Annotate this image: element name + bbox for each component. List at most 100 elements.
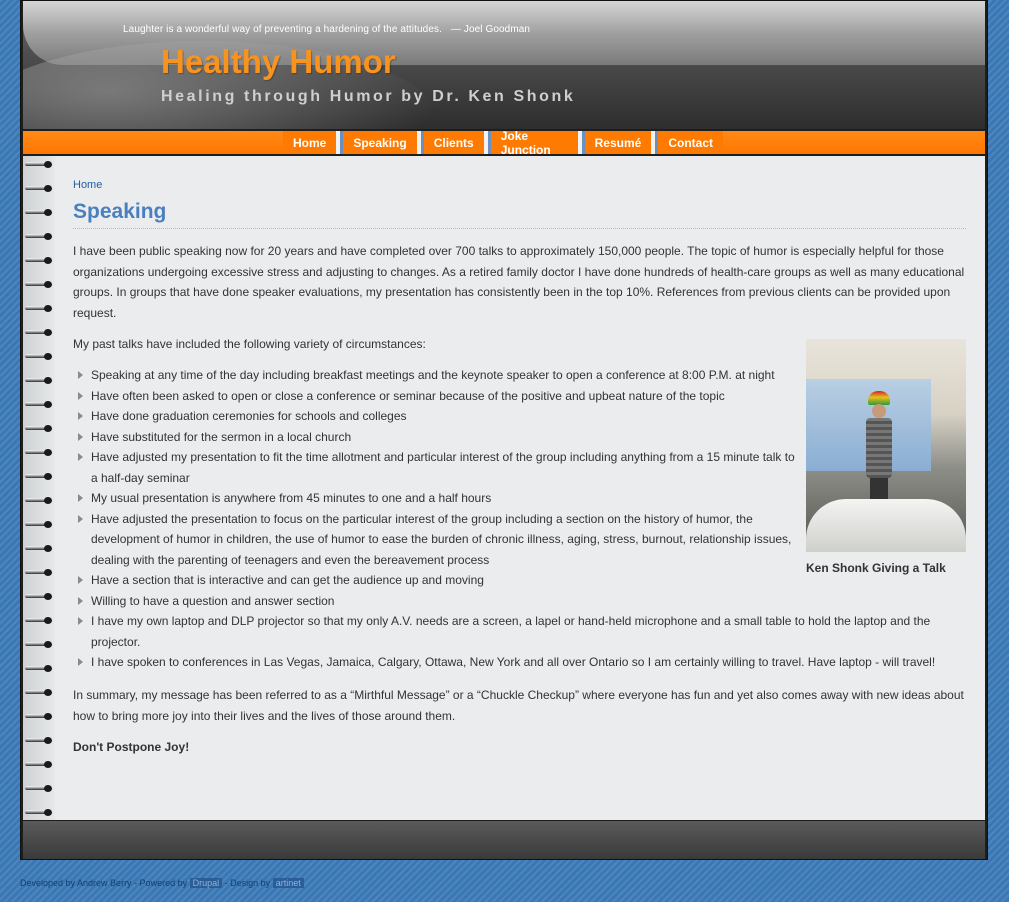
list-item: Willing to have a question and answer se… — [73, 591, 953, 612]
speaker-body — [866, 418, 892, 478]
spiral-ring-icon — [25, 688, 53, 698]
list-item: Have substituted for the sermon in a loc… — [73, 427, 796, 448]
spiral-hole — [44, 785, 52, 792]
spiral-ring-icon — [25, 328, 53, 338]
nav-item-joke-junction[interactable]: Joke Junction — [487, 129, 578, 157]
spiral-ring-icon — [25, 664, 53, 674]
page-title: Speaking — [73, 200, 167, 223]
figure-caption: Ken Shonk Giving a Talk — [806, 561, 946, 575]
bullet-arrow-icon — [78, 576, 83, 584]
speaker-figure: Ken Shonk Giving a Talk — [806, 339, 966, 575]
credits-developed-by: Developed by Andrew Berry - Powered by — [20, 878, 188, 888]
site-credits: Developed by Andrew Berry - Powered by D… — [20, 878, 304, 888]
spiral-hole — [44, 161, 52, 168]
spiral-hole — [44, 329, 52, 336]
spiral-hole — [44, 257, 52, 264]
spiral-ring-icon — [25, 640, 53, 650]
spiral-ring-icon — [25, 232, 53, 242]
artinet-link[interactable]: artinet — [272, 878, 304, 888]
site-name-link[interactable]: Healthy Humor — [161, 43, 396, 81]
list-item-text: Speaking at any time of the day includin… — [91, 368, 775, 382]
nav-item-contact[interactable]: Contact — [655, 131, 723, 154]
spiral-ring-icon — [25, 808, 53, 818]
spiral-hole — [44, 209, 52, 216]
list-item-text: Have adjusted the presentation to focus … — [91, 511, 792, 567]
spiral-hole — [44, 425, 52, 432]
breadcrumb-home-link[interactable]: Home — [73, 179, 102, 191]
list-item-text: Willing to have a question and answer se… — [91, 593, 335, 608]
bullet-arrow-icon — [78, 371, 83, 379]
spiral-hole — [44, 713, 52, 720]
spiral-ring-icon — [25, 184, 53, 194]
list-item-text: I have spoken to conferences in Las Vega… — [91, 655, 936, 669]
list-item-text: Have substituted for the sermon in a loc… — [91, 429, 352, 444]
list-item-text: Have done graduation ceremonies for scho… — [91, 409, 407, 423]
spiral-ring-icon — [25, 160, 53, 170]
spiral-ring-icon — [25, 352, 53, 362]
site-header: Laughter is a wonderful way of preventin… — [23, 1, 985, 129]
list-item: Have a section that is interactive and c… — [73, 570, 796, 591]
spiral-ring-icon — [25, 472, 53, 482]
list-item: I have my own laptop and DLP projector s… — [73, 611, 953, 652]
spiral-ring-icon — [25, 544, 53, 554]
site-slogan: Healing through Humor by Dr. Ken Shonk — [161, 88, 576, 105]
list-item: Have adjusted the presentation to focus … — [73, 509, 796, 571]
quote-text: Laughter is a wonderful way of preventin… — [123, 24, 442, 35]
spiral-ring-icon — [25, 568, 53, 578]
spiral-hole — [44, 377, 52, 384]
spiral-ring-icon — [25, 496, 53, 506]
spiral-hole — [44, 737, 52, 744]
title-divider — [73, 228, 966, 229]
closing-line: Don't Postpone Joy! — [73, 740, 190, 754]
quote-author: — Joel Goodman — [450, 24, 531, 35]
list-item: Have done graduation ceremonies for scho… — [73, 406, 796, 427]
spiral-hole — [44, 497, 52, 504]
list-item: I have spoken to conferences in Las Vega… — [73, 652, 953, 673]
spiral-ring-icon — [25, 760, 53, 770]
list-item-text: Have often been asked to open or close a… — [91, 388, 725, 403]
spiral-ring-icon — [25, 400, 53, 410]
bullet-arrow-icon — [78, 658, 83, 666]
list-item: Have often been asked to open or close a… — [73, 386, 796, 407]
past-talks-intro: My past talks have included the followin… — [73, 337, 426, 351]
spiral-ring-icon — [25, 256, 53, 266]
spiral-ring-icon — [25, 376, 53, 386]
list-item-text: Have adjusted my presentation to fit the… — [91, 450, 795, 485]
nav-item-home[interactable]: Home — [283, 131, 337, 154]
credits-design-by: - Design by — [224, 878, 271, 888]
bullet-arrow-icon — [78, 494, 83, 502]
spiral-hole — [44, 185, 52, 192]
spiral-hole — [44, 473, 52, 480]
nav-item-clients[interactable]: Clients — [420, 131, 484, 154]
list-item: My usual presentation is anywhere from 4… — [73, 488, 796, 509]
drupal-link[interactable]: Drupal — [189, 878, 223, 888]
bullet-arrow-icon — [78, 391, 83, 400]
nav-item-resume[interactable]: Resumé — [581, 131, 652, 154]
spiral-ring-icon — [25, 208, 53, 218]
spiral-ring-icon — [25, 736, 53, 746]
bullet-arrow-icon — [78, 453, 83, 461]
spiral-ring-icon — [25, 592, 53, 602]
spiral-ring-icon — [25, 280, 53, 290]
spiral-hole — [44, 665, 52, 672]
spiral-hole — [44, 449, 52, 456]
list-item: Have adjusted my presentation to fit the… — [73, 447, 796, 488]
spiral-hole — [44, 593, 52, 600]
primary-nav-menu: Home Speaking Clients Joke Junction Resu… — [283, 129, 723, 157]
spiral-ring-icon — [25, 448, 53, 458]
speaker-head — [872, 404, 886, 418]
spiral-hole — [44, 281, 52, 288]
rainbow-hat — [868, 391, 890, 405]
summary-paragraph: In summary, my message has been referred… — [73, 688, 964, 723]
list-item-text: Have a section that is interactive and c… — [91, 573, 484, 587]
list-item-text: I have my own laptop and DLP projector s… — [91, 614, 931, 649]
spiral-ring-icon — [25, 304, 53, 314]
intro-paragraph: I have been public speaking now for 20 y… — [73, 244, 965, 320]
spiral-hole — [44, 761, 52, 768]
speaker-photo — [806, 339, 966, 552]
spiral-ring-icon — [25, 712, 53, 722]
banquet-tables — [806, 499, 966, 552]
nav-item-speaking[interactable]: Speaking — [340, 131, 417, 154]
spiral-hole — [44, 401, 52, 408]
spiral-hole — [44, 641, 52, 648]
